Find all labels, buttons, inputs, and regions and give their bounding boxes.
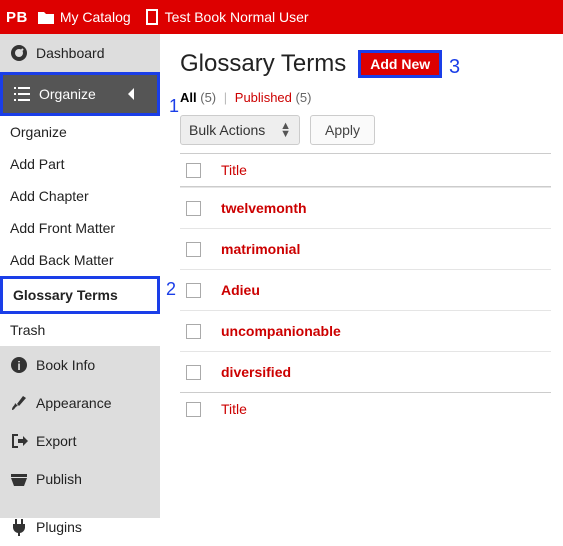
plug-icon	[10, 518, 28, 536]
list-icon	[13, 85, 31, 103]
publish-icon	[10, 470, 28, 488]
sidebar-item-book-info[interactable]: i Book Info	[0, 346, 160, 384]
chevron-left-icon	[121, 88, 139, 100]
nav-my-catalog-label: My Catalog	[60, 9, 131, 25]
bulk-actions-label: Bulk Actions	[189, 122, 265, 138]
row-title[interactable]: Adieu	[221, 282, 260, 298]
sidebar-item-plugins[interactable]: Plugins	[0, 508, 160, 546]
terms-table: Title twelvemonth matrimonial Adieu unco…	[180, 153, 551, 425]
table-footer-row: Title	[180, 392, 551, 425]
sidebar-item-label: Appearance	[36, 395, 112, 411]
table-row[interactable]: twelvemonth	[180, 187, 551, 228]
nav-current-book[interactable]: Test Book Normal User	[145, 9, 309, 25]
filter-published[interactable]: Published	[235, 90, 292, 105]
table-header-row: Title	[180, 153, 551, 187]
brush-icon	[10, 394, 28, 412]
separator: |	[224, 90, 227, 105]
brand-logo[interactable]: PB	[6, 9, 28, 26]
annotation-3: 3	[449, 56, 460, 79]
sub-add-front-matter[interactable]: Add Front Matter	[0, 212, 160, 244]
sub-add-part[interactable]: Add Part	[0, 148, 160, 180]
sub-add-back-matter[interactable]: Add Back Matter	[0, 244, 160, 276]
svg-text:i: i	[17, 359, 20, 373]
annotation-2: 2	[166, 279, 176, 300]
add-new-button[interactable]: Add New	[358, 50, 442, 78]
sidebar-item-label: Book Info	[36, 357, 95, 373]
status-filters: All (5) | Published (5)	[180, 90, 551, 105]
row-title[interactable]: twelvemonth	[221, 200, 307, 216]
filter-published-count: (5)	[296, 90, 312, 105]
main-content: Glossary Terms Add New All (5) | Publish…	[160, 34, 563, 518]
row-title[interactable]: matrimonial	[221, 241, 300, 257]
annotation-1: 1	[169, 96, 179, 117]
page-title: Glossary Terms	[180, 50, 346, 78]
admin-sidebar: Dashboard Organize Organize Add Part Add…	[0, 34, 160, 518]
table-row[interactable]: uncompanionable	[180, 310, 551, 351]
info-icon: i	[10, 356, 28, 374]
column-title[interactable]: Title	[221, 162, 247, 178]
sidebar-item-label: Export	[36, 433, 76, 449]
select-all-checkbox[interactable]	[186, 402, 201, 417]
sidebar-item-label: Organize	[39, 86, 96, 102]
filter-all[interactable]: All	[180, 90, 197, 105]
folder-icon	[38, 10, 54, 24]
table-row[interactable]: matrimonial	[180, 228, 551, 269]
row-checkbox[interactable]	[186, 365, 201, 380]
row-title[interactable]: uncompanionable	[221, 323, 341, 339]
table-row[interactable]: diversified	[180, 351, 551, 392]
sub-trash[interactable]: Trash	[0, 314, 160, 346]
sidebar-item-label: Publish	[36, 471, 82, 487]
column-title[interactable]: Title	[221, 401, 247, 417]
nav-current-book-label: Test Book Normal User	[165, 9, 309, 25]
sidebar-item-appearance[interactable]: Appearance	[0, 384, 160, 422]
dashboard-icon	[10, 44, 28, 62]
sub-organize[interactable]: Organize	[0, 116, 160, 148]
sidebar-item-label: Dashboard	[36, 45, 105, 61]
filter-all-count: (5)	[200, 90, 216, 105]
book-icon	[145, 9, 159, 25]
row-checkbox[interactable]	[186, 242, 201, 257]
row-checkbox[interactable]	[186, 283, 201, 298]
row-title[interactable]: diversified	[221, 364, 291, 380]
row-checkbox[interactable]	[186, 201, 201, 216]
nav-my-catalog[interactable]: My Catalog	[38, 9, 131, 25]
apply-button[interactable]: Apply	[310, 115, 375, 145]
export-icon	[10, 432, 28, 450]
sidebar-item-organize[interactable]: Organize	[0, 72, 160, 116]
sidebar-item-export[interactable]: Export	[0, 422, 160, 460]
select-all-checkbox[interactable]	[186, 163, 201, 178]
sidebar-submenu: Organize Add Part Add Chapter Add Front …	[0, 116, 160, 346]
bulk-actions-select[interactable]: Bulk Actions ▲▼	[180, 115, 300, 145]
sub-glossary-terms[interactable]: Glossary Terms	[0, 276, 160, 314]
row-checkbox[interactable]	[186, 324, 201, 339]
select-arrows-icon: ▲▼	[280, 122, 291, 138]
table-row[interactable]: Adieu	[180, 269, 551, 310]
sidebar-item-label: Plugins	[36, 519, 82, 535]
sidebar-item-publish[interactable]: Publish	[0, 460, 160, 498]
admin-topbar: PB My Catalog Test Book Normal User	[0, 0, 563, 34]
sub-add-chapter[interactable]: Add Chapter	[0, 180, 160, 212]
sidebar-item-dashboard[interactable]: Dashboard	[0, 34, 160, 72]
